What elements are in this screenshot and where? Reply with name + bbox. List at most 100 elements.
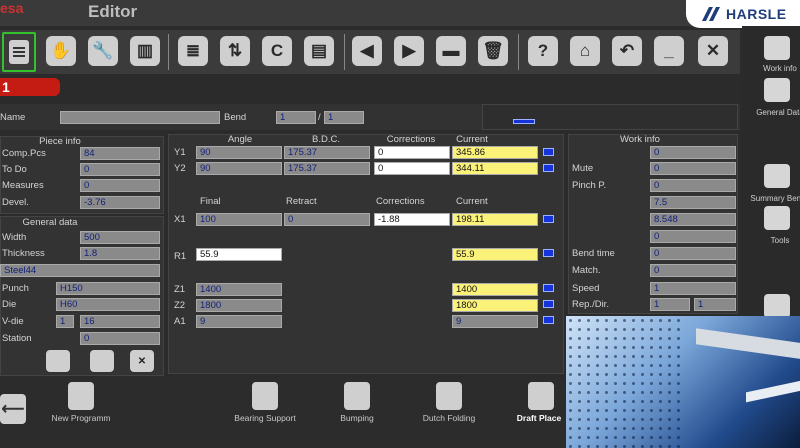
database-button[interactable]: ≣ [178,36,208,66]
minus-button[interactable]: ▬ [436,36,466,66]
data-transfer-button[interactable]: ⇅ [220,36,250,66]
tools-button[interactable]: 🔧 [88,36,118,66]
to-do-field[interactable]: 0 [80,163,160,176]
bend-total-field[interactable]: 1 [324,111,364,124]
help-button[interactable]: ? [528,36,558,66]
work-info-value-2[interactable]: 8.548 [650,213,736,226]
c-button[interactable]: C [262,36,292,66]
y1-corrections-field[interactable]: 0 [374,146,450,159]
bearing-support-button[interactable] [252,382,278,410]
question-icon: ? [537,41,549,60]
draft-place-button[interactable] [528,382,554,410]
work-info-value-3[interactable]: 0 [650,230,736,243]
speed-label: Speed [572,283,600,294]
close-button[interactable]: ✕ [698,36,728,66]
r1-current-field: 55.9 [452,248,538,261]
machine-button[interactable]: ▥ [130,36,160,66]
y2-corrections-field[interactable]: 0 [374,162,450,175]
page-tab[interactable]: 1 [0,78,60,96]
bend-time-field[interactable]: 0 [650,247,736,260]
undo-icon: ↶ [619,41,635,60]
bumping-button[interactable] [344,382,370,410]
comp-pcs-label: Comp.Pcs [2,148,46,159]
home-button[interactable]: ⌂ [570,36,600,66]
v-die-index-field[interactable]: 1 [56,315,74,328]
x1-final-field[interactable]: 100 [196,213,282,226]
save-button[interactable]: ▤ [304,36,334,66]
document-icon [9,40,29,64]
punch-field[interactable]: H150 [56,282,160,295]
dutch-folding-button[interactable] [436,382,462,410]
to-do-label: To Do [2,164,27,175]
y2-angle-field[interactable]: 90 [196,162,282,175]
comp-pcs-field[interactable]: 84 [80,147,160,160]
y1-bdc-field[interactable]: 175.37 [284,146,370,159]
pinch-field[interactable]: 0 [650,179,736,192]
z1-final-field[interactable]: 1400 [196,283,282,296]
r1-final-field[interactable]: 55.9 [196,248,282,261]
trash-icon: 🗑 [482,41,504,60]
header-bdc: B.D.C. [312,134,340,145]
devel-field[interactable]: -3.76 [80,196,160,209]
sidebar-item-label: Summary Bends [750,194,800,203]
work-info-title: Work info [620,134,660,145]
z2-final-field[interactable]: 1800 [196,299,282,312]
header-final: Final [200,196,221,207]
bend-indicator [513,119,535,124]
x1-corrections-field[interactable]: -1.88 [374,213,450,226]
sidebar-item-summary-bends[interactable] [764,164,790,188]
die-tool-button[interactable] [90,350,114,372]
rep-field[interactable]: 1 [650,298,690,311]
material-field[interactable]: Steel44 [0,264,160,277]
z1-indicator [543,284,554,292]
speed-field[interactable]: 1 [650,282,736,295]
work-info-value-1[interactable]: 7.5 [650,196,736,209]
dutch-folding-label: Dutch Folding [422,413,476,423]
previous-button[interactable]: ◀ [352,36,382,66]
station-field[interactable]: 0 [80,332,160,345]
minimize-button[interactable]: _ [654,36,684,66]
axis-a1-label: A1 [174,316,186,327]
delete-button[interactable]: 🗑 [478,36,508,66]
manual-button[interactable]: ✋ [46,36,76,66]
sidebar-item-work-info[interactable] [764,36,790,60]
x1-retract-field[interactable]: 0 [284,213,370,226]
sidebar-item-label: General Data [756,108,800,117]
a1-final-field[interactable]: 9 [196,315,282,328]
data-transfer-icon: ⇅ [227,41,243,60]
thickness-field[interactable]: 1.8 [80,247,160,260]
back-button[interactable]: ⟵ [0,394,26,424]
header-angle: Angle [227,134,253,145]
editor-doc-button[interactable] [2,32,36,72]
v-die-label: V-die [2,316,24,327]
header-retract: Retract [286,196,317,207]
next-button[interactable]: ▶ [394,36,424,66]
harsle-mark-icon [702,7,720,21]
y2-bdc-field[interactable]: 175.37 [284,162,370,175]
v-die-field[interactable]: 16 [80,315,160,328]
remove-tool-button[interactable]: ✕ [130,350,154,372]
undo-button[interactable]: ↶ [612,36,642,66]
sidebar-item-general-data[interactable] [764,78,790,102]
bottom-bar: ⟵ New Programm Bearing Support Bumping D… [0,378,566,448]
die-field[interactable]: H60 [56,298,160,311]
match-field[interactable]: 0 [650,264,736,277]
width-field[interactable]: 500 [80,231,160,244]
c-letter-icon: C [270,41,284,60]
measures-field[interactable]: 0 [80,179,160,192]
name-field[interactable] [60,111,220,124]
z1-current-field: 1400 [452,283,538,296]
punch-tool-button[interactable] [46,350,70,372]
mute-field[interactable]: 0 [650,162,736,175]
axis-y1-label: Y1 [174,147,186,158]
close-icon: ✕ [705,41,721,60]
y1-angle-field[interactable]: 90 [196,146,282,159]
bend-field[interactable]: 1 [276,111,316,124]
new-program-button[interactable] [68,382,94,410]
axis-y2-label: Y2 [174,163,186,174]
dir-field[interactable]: 1 [694,298,736,311]
bearing-support-label: Bearing Support [234,413,296,423]
sidebar-item-tools[interactable] [764,206,790,230]
sidebar-item-document[interactable] [764,294,790,318]
work-info-top-field[interactable]: 0 [650,146,736,159]
